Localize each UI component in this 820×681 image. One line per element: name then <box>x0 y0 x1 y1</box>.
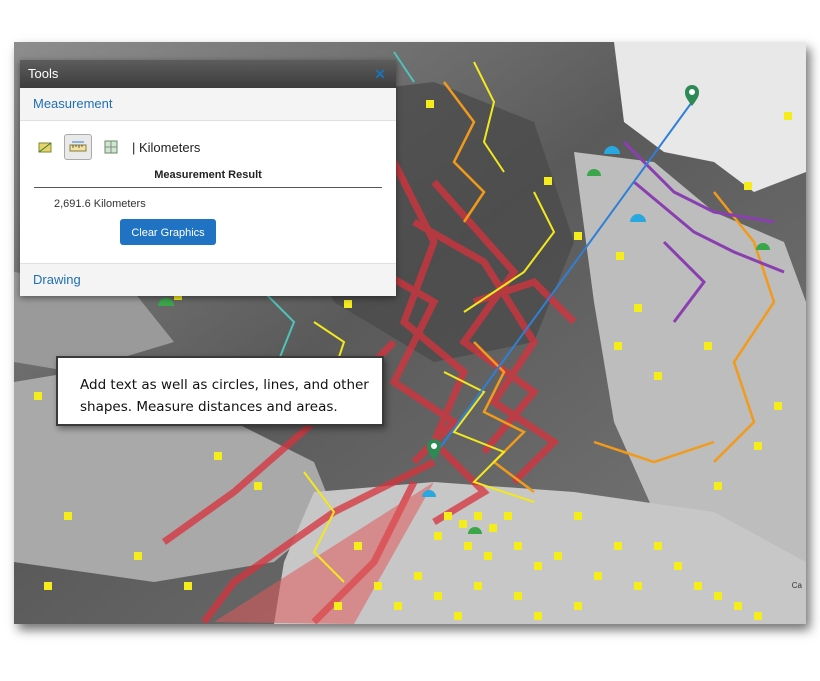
close-icon[interactable]: ✕ <box>374 60 386 88</box>
callout-line-2: shapes. Measure distances and areas. <box>80 399 338 415</box>
caption-callout: Add text as well as circles, lines, and … <box>56 356 384 426</box>
tools-panel-header: Tools ✕ <box>20 60 396 88</box>
tools-panel: Tools ✕ Measurement | Kilometers Measure… <box>20 60 396 296</box>
drawing-section-title[interactable]: Drawing <box>20 263 396 296</box>
area-measure-icon[interactable] <box>34 136 56 158</box>
unit-label[interactable]: | Kilometers <box>132 140 200 155</box>
distance-measure-icon[interactable] <box>64 134 92 160</box>
measurement-result-value: 2,691.6 Kilometers <box>54 198 146 210</box>
map-attribution: Ca <box>791 581 802 590</box>
tools-panel-title: Tools <box>28 66 59 81</box>
measurement-section-title[interactable]: Measurement <box>20 88 396 121</box>
measurement-section: | Kilometers Measurement Result 2,691.6 … <box>20 121 396 263</box>
callout-line-1: Add text as well as circles, lines, and … <box>80 377 369 393</box>
location-measure-icon[interactable] <box>100 136 122 158</box>
measurement-toolbar: | Kilometers <box>34 134 200 160</box>
measurement-result-header: Measurement Result <box>34 169 382 188</box>
clear-graphics-button[interactable]: Clear Graphics <box>120 219 216 245</box>
